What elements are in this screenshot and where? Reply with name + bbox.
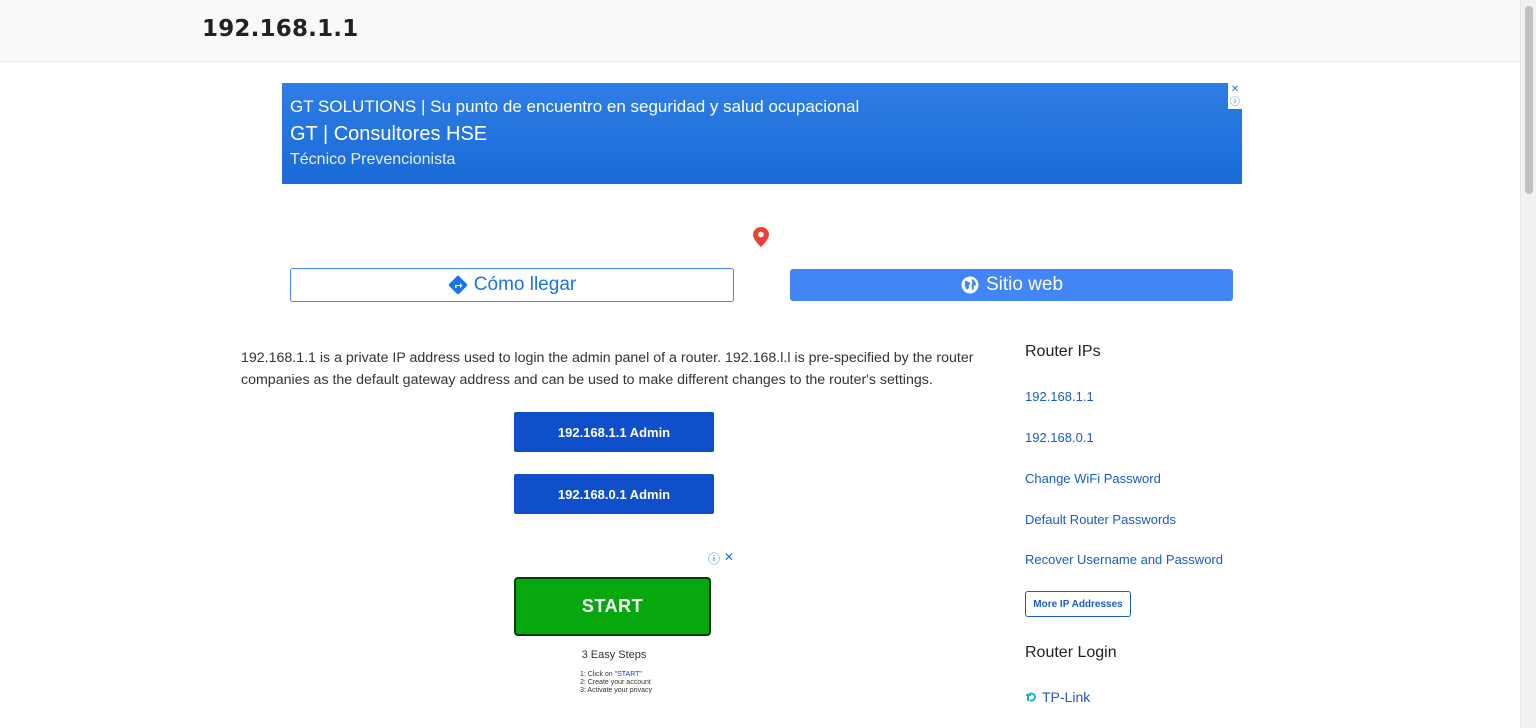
more-ip-addresses-button[interactable]: More IP Addresses [1025,591,1131,617]
page-scrollbar[interactable] [1520,0,1536,728]
ad-info-icon[interactable]: ⓘ [708,550,720,567]
sidebar-link-recover-username-password[interactable]: Recover Username and Password [1025,552,1223,567]
ad-steps-list: 1: Click on "START" 2: Create your accou… [580,671,652,695]
website-button[interactable]: Sitio web [790,269,1233,301]
ad-step-1-text: 1: Click on [580,671,615,678]
ad-step-1: 1: Click on "START" [580,671,652,679]
scrollbar-thumb[interactable] [1525,6,1533,194]
tp-link-logo-icon [1026,692,1036,701]
map-pin-icon [753,227,769,247]
directions-label: Cómo llegar [473,274,577,295]
sidebar-link-192-168-0-1[interactable]: 192.168.0.1 [1025,430,1094,445]
admin-button-192-168-0-1[interactable]: 192.168.0.1 Admin [514,474,714,514]
start-ad-button[interactable]: START [514,577,711,636]
ad-banner[interactable]: GT SOLUTIONS | Su punto de encuentro en … [282,83,1242,184]
globe-icon [961,276,979,294]
sidebar-link-192-168-1-1[interactable]: 192.168.1.1 [1025,389,1094,404]
close-icon[interactable]: ✕ [1231,83,1239,96]
ad-step-2: 2: Create your account [580,679,651,686]
ad-banner-line-3[interactable]: Técnico Prevencionista [290,151,455,169]
ad-banner-headline[interactable]: GT | Consultores HSE [290,123,487,146]
ad-steps-title: 3 Easy Steps [581,649,647,661]
ad-controls: ⓘ ✕ [708,550,734,567]
ad-banner-controls: ✕ ⓘ [1228,83,1242,109]
intro-paragraph: 192.168.1.1 is a private IP address used… [241,350,974,388]
admin-button-192-168-1-1[interactable]: 192.168.1.1 Admin [514,412,714,452]
ad-step-1-highlight: "START" [614,671,642,678]
sidebar-router-login-title: Router Login [1025,644,1117,661]
site-title[interactable]: 192.168.1.1 [202,16,358,42]
ad-banner-line-1[interactable]: GT SOLUTIONS | Su punto de encuentro en … [290,97,859,117]
info-icon[interactable]: ⓘ [1230,96,1240,109]
directions-icon [448,275,467,295]
sidebar-link-change-wifi-password[interactable]: Change WiFi Password [1025,471,1161,486]
tp-link-label: TP-Link [1042,689,1091,705]
sidebar-link-default-router-passwords[interactable]: Default Router Passwords [1025,512,1176,527]
website-label: Sitio web [985,274,1064,295]
directions-button[interactable]: Cómo llegar [290,268,734,302]
sidebar-router-ips-title: Router IPs [1025,343,1101,360]
top-header: 192.168.1.1 [0,0,1520,62]
ad-step-3: 3: Activate your privacy [580,687,652,694]
ad-close-icon[interactable]: ✕ [724,550,734,567]
sidebar-link-tp-link[interactable]: TP-Link [1025,689,1090,705]
